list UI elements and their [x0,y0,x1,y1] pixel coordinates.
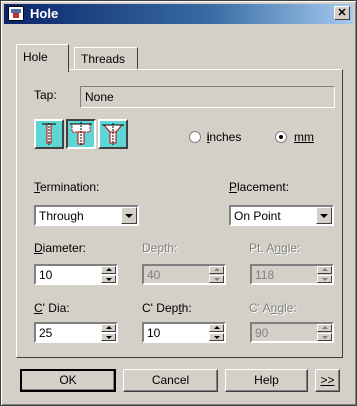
depth-value: 40 [147,268,161,282]
countersink-hole-icon [102,123,124,145]
tap-value: None [85,90,114,104]
help-button[interactable]: Help [225,369,308,392]
simple-hole-button[interactable] [34,119,64,149]
tap-label: Tap: [34,88,57,102]
c-dia-value: 25 [39,326,53,340]
diameter-up-button[interactable] [101,266,116,274]
c-depth-value: 10 [147,326,161,340]
tab-hole-label: Hole [23,50,48,64]
diameter-label-text: iameter: [42,241,87,255]
ok-button[interactable]: OK [20,369,116,392]
c-angle-label-pre: C' A [249,301,271,315]
diameter-label: Diameter: [34,241,86,255]
simple-hole-icon [42,123,56,145]
close-button[interactable]: ✕ [334,6,350,20]
pt-angle-value: 118 [255,268,275,282]
chevron-down-icon[interactable] [121,207,137,224]
inches-radio[interactable] [189,131,201,143]
pt-angle-label-post: gle: [281,241,301,255]
c-angle-label: C' Angle: [249,301,297,315]
tap-field: None [80,86,335,108]
diameter-spinner[interactable]: 10 [34,264,118,285]
placement-label-text: lacement: [237,180,290,194]
inches-label: iinches [206,130,242,144]
diameter-value: 10 [39,268,53,282]
c-depth-label: C' Depth: [142,301,192,315]
placement-label-mnemonic: P [229,180,238,194]
title-bar[interactable]: Hole ✕ [4,4,353,24]
placement-value: On Point [234,209,281,223]
c-angle-up-button [317,324,332,332]
more-button-label: >> [320,373,335,387]
cancel-button[interactable]: Cancel [123,369,218,392]
more-button[interactable]: >> [315,369,340,392]
pt-angle-down-button [317,275,332,283]
termination-value: Through [39,209,84,223]
depth-label: Depth: [142,241,178,255]
c-dia-label-text: ' Dia: [42,301,70,315]
termination-select[interactable]: Through [34,205,139,226]
counterbore-hole-button[interactable] [66,119,96,149]
depth-down-button [209,275,224,283]
placement-select[interactable]: On Point [229,205,334,226]
c-angle-label-post: gle: [277,301,297,315]
pt-angle-up-button [317,266,332,274]
depth-up-button [209,266,224,274]
termination-label-text: ermination: [40,180,100,194]
counterbore-hole-icon [70,122,92,146]
c-dia-label-mnemonic: C [34,301,43,315]
tab-threads-label: Threads [81,52,126,66]
diameter-down-button[interactable] [101,275,116,283]
c-depth-up-button[interactable] [209,324,224,332]
c-depth-label-pre: C' Dep [142,301,179,315]
countersink-hole-button[interactable] [98,119,128,149]
c-angle-down-button [317,333,332,341]
diameter-label-mnemonic: D [34,241,43,255]
c-depth-spinner[interactable]: 10 [142,322,226,343]
c-dia-label: C' Dia: [34,301,70,315]
hole-tab-panel: Tap: None iinches mm Termination: Throug… [16,69,343,358]
c-depth-down-button[interactable] [209,333,224,341]
depth-spinner: 40 [142,264,226,285]
c-dia-spinner[interactable]: 25 [34,322,118,343]
pt-angle-label: Pt. Angle: [249,241,300,255]
window-title: Hole [30,6,59,21]
pt-angle-label-pre: Pt. A [249,241,275,255]
mm-label: mm [294,130,314,144]
c-dia-down-button[interactable] [101,333,116,341]
c-angle-value: 90 [255,326,269,340]
tab-hole[interactable]: Hole [16,44,69,72]
c-angle-spinner: 90 [250,322,334,343]
c-depth-label-post: h: [181,301,192,315]
c-dia-up-button[interactable] [101,324,116,332]
inches-label-text: inches [206,130,242,144]
hole-dialog: Hole ✕ Hole Threads Tap: None iinches mm… [0,0,357,406]
tab-threads[interactable]: Threads [74,47,138,71]
pt-angle-spinner: 118 [250,264,334,285]
chevron-down-icon[interactable] [316,207,332,224]
mm-radio[interactable] [275,131,287,143]
placement-label: Placement: [229,180,289,194]
termination-label: Termination: [34,180,99,194]
app-icon [8,6,24,21]
